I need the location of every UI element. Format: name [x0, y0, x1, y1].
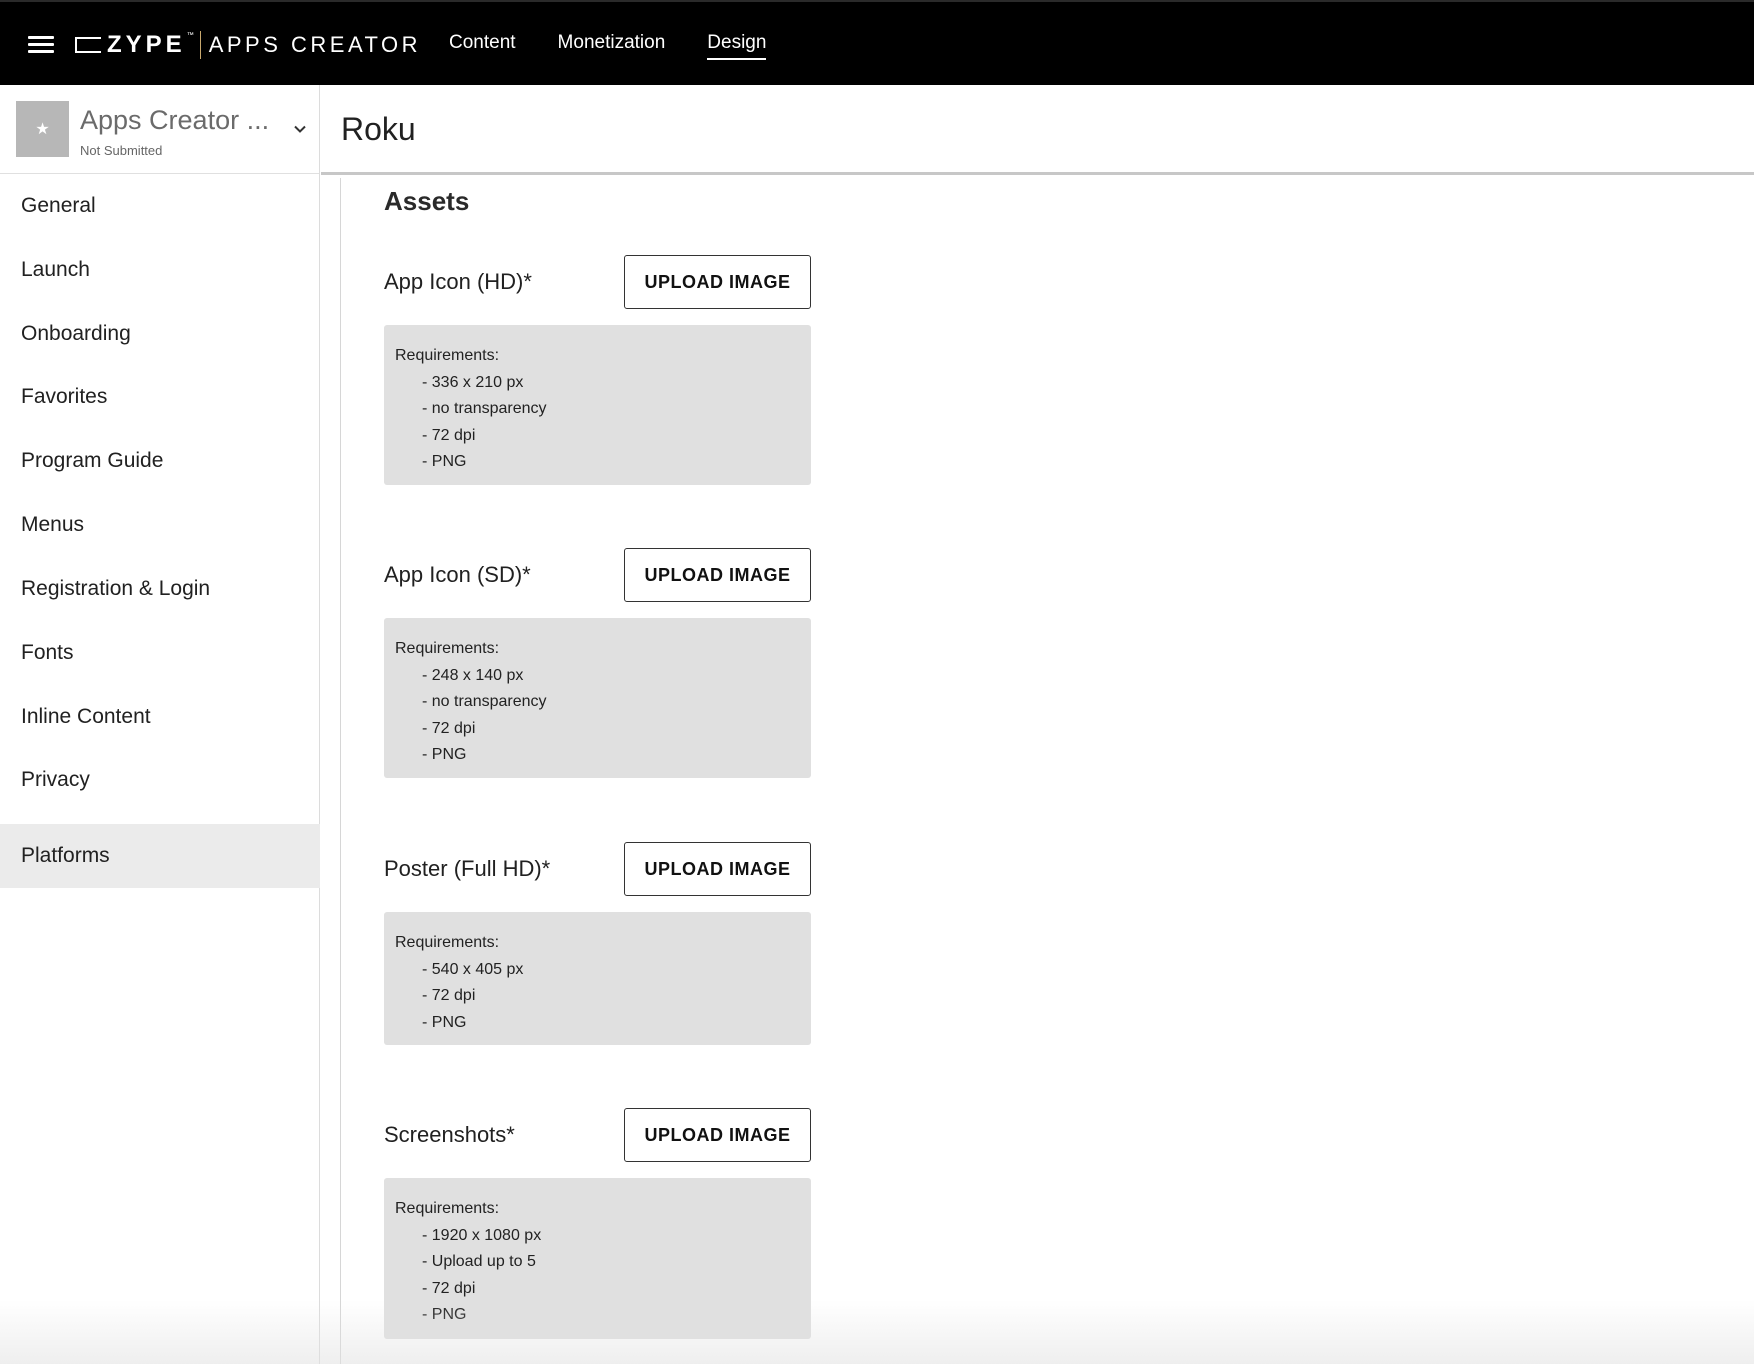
- upload-app-icon-hd-button[interactable]: UPLOAD IMAGE: [624, 255, 811, 309]
- sidebar-item-privacy[interactable]: Privacy: [0, 748, 320, 812]
- product-name: APPS CREATOR: [208, 32, 422, 57]
- requirement-item: - 540 x 405 px: [422, 960, 524, 978]
- requirements-box: Requirements: - 336 x 210 px - no transp…: [384, 325, 811, 485]
- section-title: Assets: [384, 186, 470, 216]
- hamburger-menu-icon[interactable]: [28, 36, 54, 54]
- upload-poster-full-hd-button[interactable]: UPLOAD IMAGE: [624, 842, 811, 896]
- app-switcher[interactable]: ★ Apps Creator ... Not Submitted: [0, 85, 319, 174]
- requirements-box: Requirements: - 248 x 140 px - no transp…: [384, 618, 811, 778]
- sidebar-item-inline-content[interactable]: Inline Content: [0, 685, 320, 749]
- page-title: Roku: [341, 111, 416, 147]
- star-icon: ★: [35, 121, 50, 138]
- brand-name: ZYPE: [107, 31, 186, 58]
- sidebar-item-fonts[interactable]: Fonts: [0, 621, 320, 685]
- requirement-item: - PNG: [422, 1013, 467, 1031]
- logo-divider: [199, 31, 201, 59]
- sidebar-item-favorites[interactable]: Favorites: [0, 365, 320, 429]
- upload-app-icon-sd-button[interactable]: UPLOAD IMAGE: [624, 548, 811, 602]
- asset-label-screenshots: Screenshots*: [384, 1122, 515, 1147]
- requirement-item: - 72 dpi: [422, 426, 476, 444]
- requirement-item: - 72 dpi: [422, 987, 476, 1004]
- content-divider: [340, 178, 341, 1364]
- sidebar-item-platforms[interactable]: Platforms: [0, 824, 320, 888]
- chevron-down-icon[interactable]: [292, 121, 308, 137]
- asset-label-poster-full-hd: Poster (Full HD)*: [384, 856, 551, 881]
- requirements-box: Requirements: - 1920 x 1080 px - Upload …: [384, 1178, 811, 1339]
- sidebar-item-registration-login[interactable]: Registration & Login: [0, 557, 320, 621]
- asset-label-app-icon-hd: App Icon (HD)*: [384, 269, 532, 294]
- app-status: Not Submitted: [80, 143, 163, 158]
- sidebar-item-program-guide[interactable]: Program Guide: [0, 429, 320, 493]
- requirement-item: - 72 dpi: [422, 719, 476, 737]
- zype-logo-mark-icon: [75, 37, 101, 53]
- requirement-item: - PNG: [422, 746, 467, 763]
- app-avatar: ★: [16, 101, 69, 157]
- zype-logo[interactable]: ZYPE ™ APPS CREATOR: [75, 28, 421, 62]
- requirements-title: Requirements:: [395, 934, 500, 951]
- sidebar-item-menus[interactable]: Menus: [0, 493, 320, 557]
- sidebar: ★ Apps Creator ... Not Submitted General…: [0, 85, 320, 1364]
- trademark-symbol: ™: [186, 32, 194, 39]
- nav-item-content[interactable]: Content: [449, 32, 516, 60]
- requirements-title: Requirements:: [395, 1200, 500, 1217]
- nav-item-monetization[interactable]: Monetization: [558, 32, 666, 60]
- requirements-title: Requirements:: [395, 640, 500, 657]
- sidebar-item-onboarding[interactable]: Onboarding: [0, 302, 320, 366]
- top-nav: Content Monetization Design: [449, 32, 808, 60]
- requirement-item: - 1920 x 1080 px: [422, 1226, 542, 1244]
- requirements-box: Requirements: - 540 x 405 px - 72 dpi - …: [384, 912, 811, 1045]
- nav-item-design[interactable]: Design: [707, 32, 767, 60]
- requirement-item: - no transparency: [422, 693, 547, 710]
- requirement-item: - Upload up to 5: [422, 1253, 536, 1270]
- sidebar-item-general[interactable]: General: [0, 174, 320, 238]
- page-header: Roku: [321, 85, 1754, 175]
- requirement-item: - PNG: [422, 453, 467, 470]
- requirement-item: - 72 dpi: [422, 1279, 476, 1297]
- sidebar-item-launch[interactable]: Launch: [0, 238, 320, 302]
- requirement-item: - 248 x 140 px: [422, 666, 524, 684]
- requirement-item: - PNG: [422, 1306, 467, 1323]
- requirement-item: - no transparency: [422, 400, 547, 417]
- asset-label-app-icon-sd: App Icon (SD)*: [384, 562, 531, 587]
- requirements-title: Requirements:: [395, 347, 500, 364]
- upload-screenshots-button[interactable]: UPLOAD IMAGE: [624, 1108, 811, 1162]
- app-name: Apps Creator ...: [80, 105, 270, 135]
- requirement-item: - 336 x 210 px: [422, 373, 524, 391]
- top-app-bar: ZYPE ™ APPS CREATOR Content Monetization…: [0, 0, 1754, 85]
